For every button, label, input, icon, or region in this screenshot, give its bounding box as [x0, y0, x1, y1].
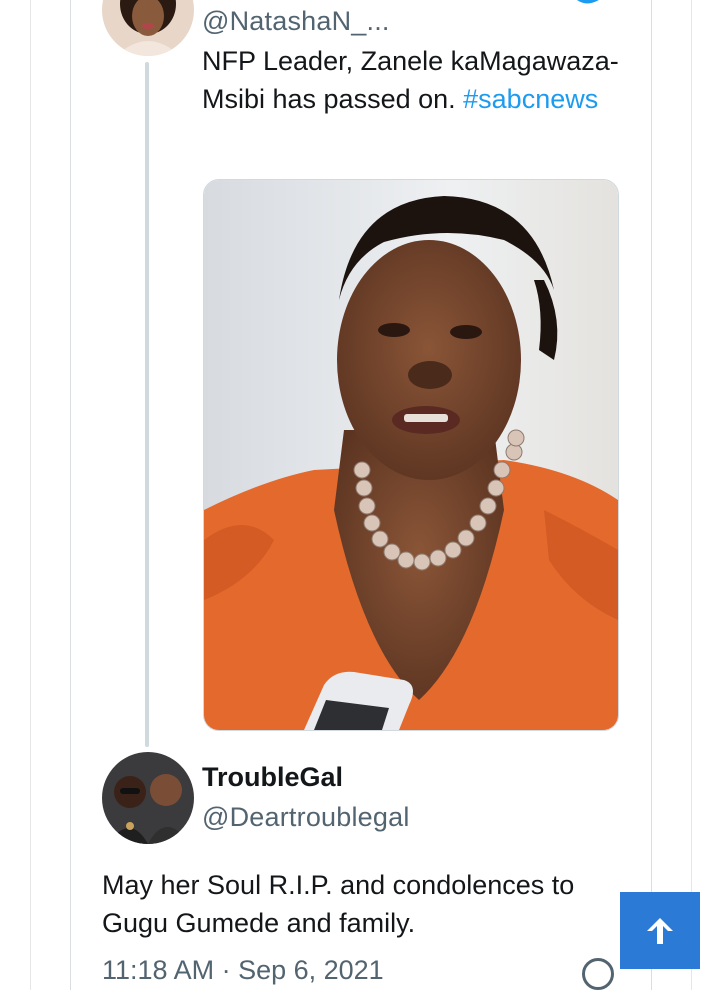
- tweet-photo-image: [204, 180, 618, 730]
- reply-tweet-name[interactable]: TroubleGal: [202, 762, 343, 793]
- quoted-tweet-handle[interactable]: @NatashaN_...: [202, 6, 390, 37]
- avatar-troublegal[interactable]: [102, 752, 194, 844]
- avatar-troublegal-image: [102, 752, 194, 844]
- tweet-photo[interactable]: [203, 179, 619, 731]
- tweet-timestamp[interactable]: 11:18 AM · Sep 6, 2021: [102, 955, 384, 986]
- info-icon[interactable]: [582, 958, 614, 990]
- quoted-tweet-text: NFP Leader, Zanele kaMagawaza-Msibi has …: [202, 42, 632, 118]
- thread-line: [145, 62, 149, 747]
- arrow-up-icon: [647, 917, 673, 944]
- scroll-to-top-button[interactable]: [620, 892, 700, 969]
- twitter-bird-icon: [577, 0, 599, 4]
- reply-tweet-text: May her Soul R.I.P. and condolences to G…: [102, 870, 575, 938]
- hashtag-link[interactable]: #sabcnews: [463, 84, 598, 114]
- reply-tweet-handle[interactable]: @Deartroublegal: [202, 802, 410, 833]
